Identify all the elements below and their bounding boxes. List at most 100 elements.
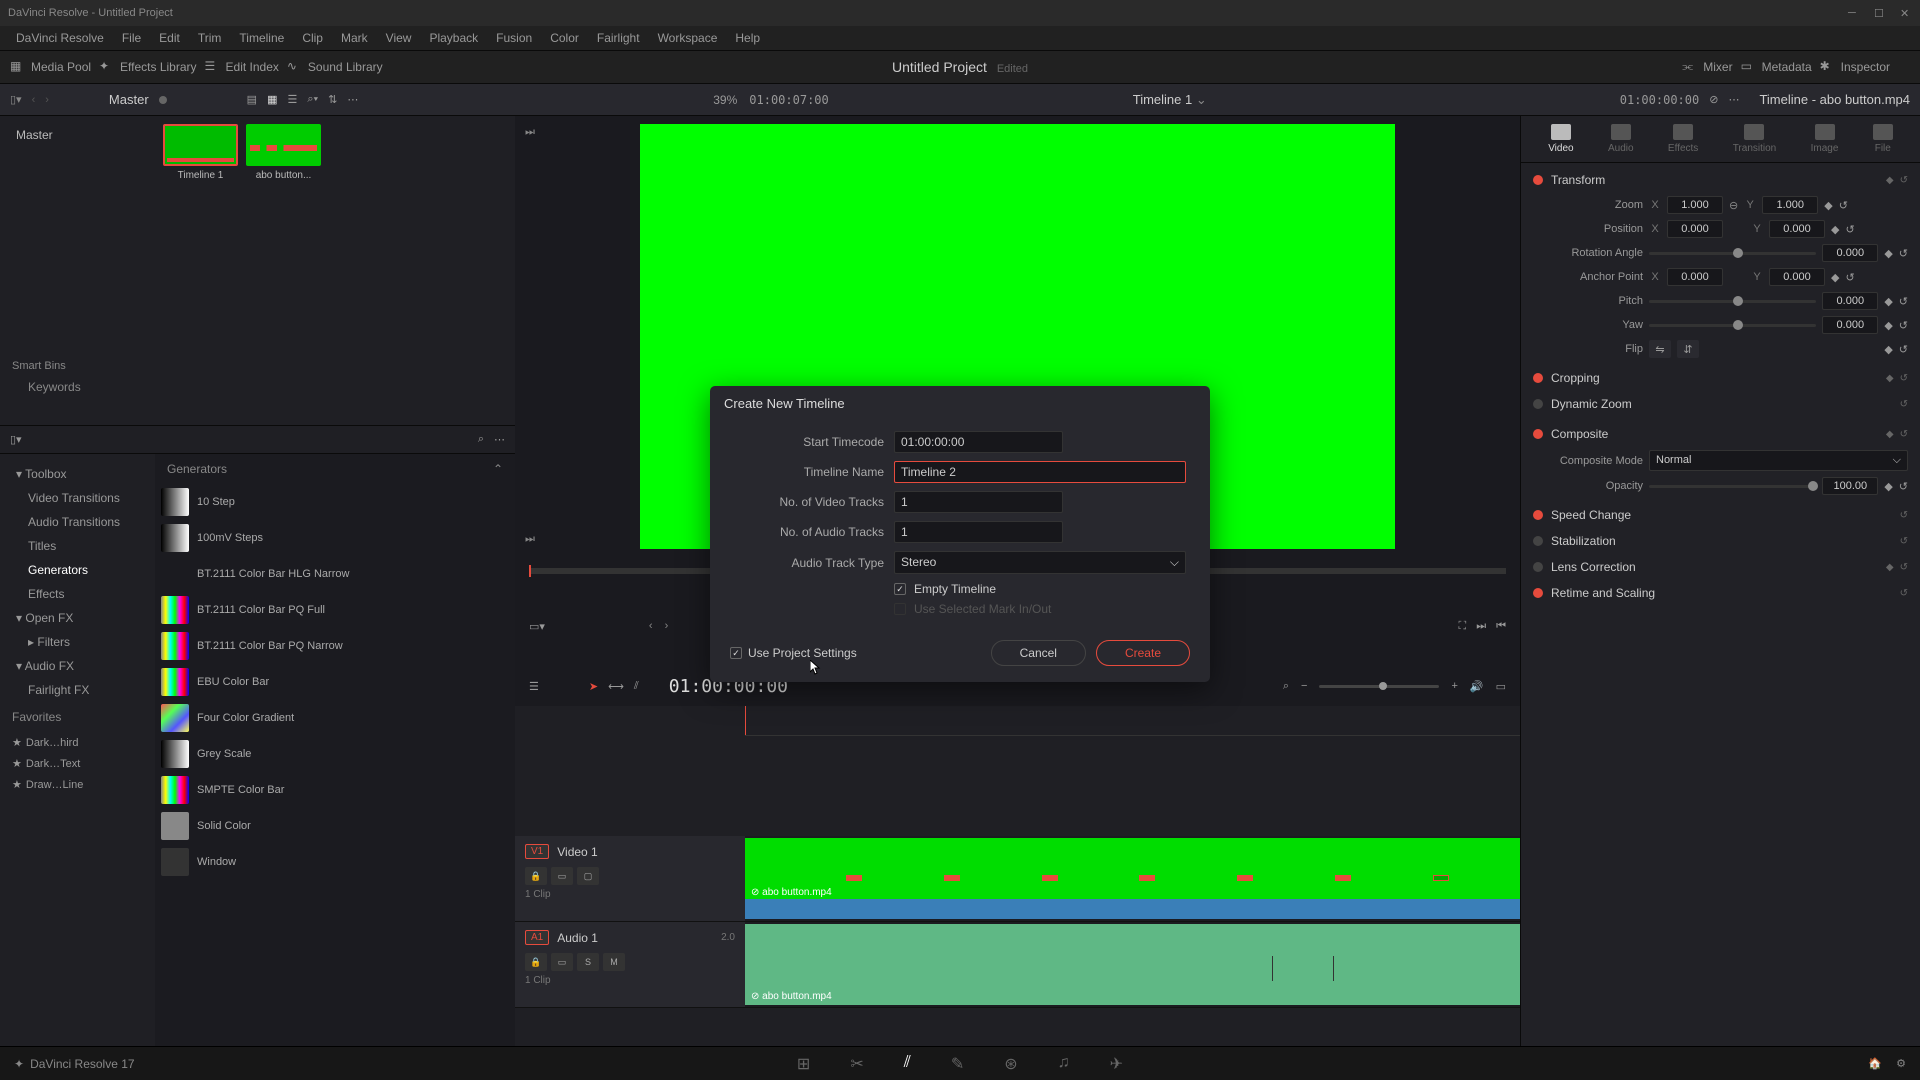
keyframe-icon[interactable]: ◆ xyxy=(1886,562,1894,573)
audio-tracks-input[interactable] xyxy=(894,521,1063,543)
anchor-y-input[interactable]: 0.000 xyxy=(1769,268,1825,286)
mixer-toggle[interactable]: ⫘Mixer xyxy=(1682,59,1732,75)
empty-timeline-checkbox[interactable] xyxy=(894,583,906,595)
tab-audio[interactable]: Audio xyxy=(1608,124,1634,154)
generator-item[interactable]: BT.2111 Color Bar PQ Full xyxy=(155,592,515,628)
maximize-icon[interactable]: ☐ xyxy=(1874,7,1886,19)
blade-tool-icon[interactable]: ⟷ xyxy=(608,680,624,693)
pos-y-input[interactable]: 0.000 xyxy=(1769,220,1825,238)
solo-button[interactable]: S xyxy=(577,953,599,971)
keyframe-icon[interactable]: ◆ xyxy=(1886,175,1894,186)
retime-enable[interactable] xyxy=(1533,588,1543,598)
reset-icon[interactable]: ↺ xyxy=(1900,510,1908,521)
bin-dropdown-icon[interactable]: ▯▾ xyxy=(10,93,22,106)
keyframe-icon[interactable]: ◆ xyxy=(1884,480,1892,493)
dynzoom-enable[interactable] xyxy=(1533,399,1543,409)
viewer-zoom[interactable]: 39% xyxy=(713,93,737,107)
menu-item[interactable]: View xyxy=(378,29,420,47)
menu-item[interactable]: Clip xyxy=(294,29,331,47)
page-color[interactable]: ⊛ xyxy=(1004,1054,1017,1074)
menu-item[interactable]: Fairlight xyxy=(589,29,648,47)
reset-icon[interactable]: ↺ xyxy=(1899,480,1908,493)
minimize-icon[interactable]: ─ xyxy=(1848,7,1860,19)
close-icon[interactable]: ✕ xyxy=(1900,7,1912,19)
pos-x-input[interactable]: 0.000 xyxy=(1667,220,1723,238)
prev-edit-icon[interactable]: ‹ xyxy=(649,620,653,632)
bypass-icon[interactable]: ⊘ xyxy=(1709,93,1718,106)
create-button[interactable]: Create xyxy=(1096,640,1190,666)
reset-icon[interactable]: ↺ xyxy=(1900,562,1908,573)
reset-icon[interactable]: ↺ xyxy=(1900,429,1908,440)
home-icon[interactable]: 🏠 xyxy=(1868,1057,1882,1070)
more-icon[interactable]: ⋯ xyxy=(347,93,358,106)
cat-audio-transitions[interactable]: Audio Transitions xyxy=(4,510,151,534)
reset-icon[interactable]: ↺ xyxy=(1900,399,1908,410)
inspector-toggle[interactable]: ✱Inspector xyxy=(1820,59,1890,75)
search-icon[interactable]: ⌕ xyxy=(478,433,484,446)
video-tracks-input[interactable] xyxy=(894,491,1063,513)
menu-item[interactable]: Mark xyxy=(333,29,376,47)
menu-item[interactable]: File xyxy=(114,29,149,47)
pitch-input[interactable]: 0.000 xyxy=(1822,292,1878,310)
audio-type-select[interactable]: Stereo⌵ xyxy=(894,551,1186,574)
page-fusion[interactable]: ✎ xyxy=(951,1054,964,1074)
more-icon[interactable]: ⋯ xyxy=(494,433,505,446)
view-strip-icon[interactable]: ▤ xyxy=(247,93,257,106)
anchor-x-input[interactable]: 0.000 xyxy=(1667,268,1723,286)
generator-item[interactable]: Four Color Gradient xyxy=(155,700,515,736)
cat-effects[interactable]: Effects xyxy=(4,582,151,606)
menu-item[interactable]: DaVinci Resolve xyxy=(8,29,112,47)
mute-button[interactable]: M xyxy=(603,953,625,971)
collapse-icon[interactable]: ⌃ xyxy=(493,462,503,476)
metadata-toggle[interactable]: ▭Metadata xyxy=(1741,59,1812,75)
view-grid-icon[interactable]: ▦ xyxy=(267,93,277,106)
flip-v-button[interactable]: ⇵ xyxy=(1677,340,1699,358)
favorite-item[interactable]: ★ Draw…Line xyxy=(4,774,151,795)
sort-icon[interactable]: ⇅ xyxy=(328,93,337,106)
timeline-name[interactable]: Timeline 1 ⌄ xyxy=(1133,92,1207,108)
reset-icon[interactable]: ↺ xyxy=(1845,223,1854,236)
menu-item[interactable]: Edit xyxy=(151,29,188,47)
tab-transition[interactable]: Transition xyxy=(1733,124,1777,154)
keyframe-icon[interactable]: ◆ xyxy=(1886,429,1894,440)
generator-item[interactable]: SMPTE Color Bar xyxy=(155,772,515,808)
generator-item[interactable]: 100mV Steps xyxy=(155,520,515,556)
tab-image[interactable]: Image xyxy=(1811,124,1839,154)
media-pool-toggle[interactable]: ▦Media Pool xyxy=(10,59,91,75)
zoom-x-input[interactable]: 1.000 xyxy=(1667,196,1723,214)
generator-item[interactable]: Solid Color xyxy=(155,808,515,844)
rotation-slider[interactable] xyxy=(1649,252,1816,255)
generator-item[interactable]: BT.2111 Color Bar PQ Narrow xyxy=(155,628,515,664)
composite-enable[interactable] xyxy=(1533,429,1543,439)
track-badge[interactable]: A1 xyxy=(525,930,549,945)
cat-toolbox[interactable]: ▾ Toolbox xyxy=(4,462,151,486)
favorite-item[interactable]: ★ Dark…Text xyxy=(4,753,151,774)
reset-icon[interactable]: ↺ xyxy=(1845,271,1854,284)
stab-enable[interactable] xyxy=(1533,536,1543,546)
menu-item[interactable]: Timeline xyxy=(231,29,292,47)
flip-h-button[interactable]: ⇋ xyxy=(1649,340,1671,358)
cropping-enable[interactable] xyxy=(1533,373,1543,383)
reset-icon[interactable]: ↺ xyxy=(1899,247,1908,260)
reset-icon[interactable]: ↺ xyxy=(1899,343,1908,356)
use-project-settings-checkbox[interactable] xyxy=(730,647,742,659)
timeline-view-icon[interactable]: ☰ xyxy=(529,680,539,693)
menu-item[interactable]: Fusion xyxy=(488,29,540,47)
page-cut[interactable]: ✂ xyxy=(850,1054,863,1074)
keyframe-icon[interactable]: ◆ xyxy=(1884,319,1892,332)
rotation-input[interactable]: 0.000 xyxy=(1822,244,1878,262)
more-icon[interactable]: ⋯ xyxy=(1728,93,1739,106)
cat-generators[interactable]: Generators xyxy=(4,558,151,582)
timeline-panel[interactable]: V1Video 1 🔒 ▭ ▢ 1 Clip ⊘ abo button.mp4 xyxy=(515,706,1520,1046)
composite-mode-select[interactable]: Normal⌵ xyxy=(1649,450,1908,471)
link-icon[interactable]: ⊖ xyxy=(1729,199,1738,212)
prev-clip-icon[interactable]: ⏮ xyxy=(1496,620,1506,633)
edit-index-toggle[interactable]: ☰Edit Index xyxy=(205,59,279,75)
cat-video-transitions[interactable]: Video Transitions xyxy=(4,486,151,510)
tab-file[interactable]: File xyxy=(1873,124,1893,154)
reset-icon[interactable]: ↺ xyxy=(1899,319,1908,332)
bin-master[interactable]: Master xyxy=(8,124,147,146)
sound-library-toggle[interactable]: ∿Sound Library xyxy=(287,59,383,75)
video-clip[interactable]: ⊘ abo button.mp4 xyxy=(745,838,1520,919)
menu-item[interactable]: Workspace xyxy=(650,29,726,47)
